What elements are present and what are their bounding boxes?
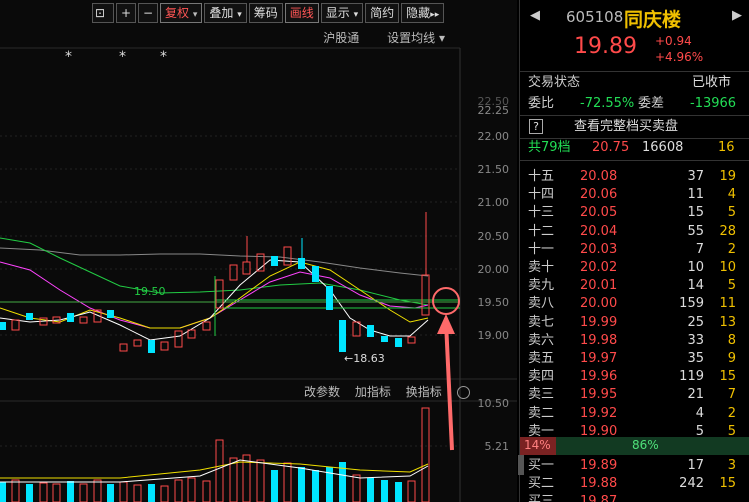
add-indicator-button[interactable]: 加指标 (355, 385, 391, 399)
ma20-line (0, 261, 429, 329)
event-marker[interactable]: * (160, 49, 167, 65)
indicator-bar: 改参数 加指标 换指标 (304, 383, 481, 400)
buy-level-label: 买三 (528, 494, 555, 502)
circle-toggle-icon[interactable] (456, 386, 470, 399)
help-icon[interactable]: ? (529, 119, 543, 134)
svg-text:22.25: 22.25 (478, 104, 510, 117)
kline-chart-panel[interactable]: ⊡ + − 复权 ▾ 叠加 ▾ 筹码 画线 显示 ▾ 简约 隐藏▸▸ 沪股通 设… (0, 0, 517, 502)
change-block: +0.94 +4.96% (655, 34, 704, 64)
svg-text:21.00: 21.00 (478, 196, 510, 209)
quote-header: ◀ 605108 同庆楼 ▶ 19.89 +0.94 +4.96% (520, 0, 749, 72)
last-price: 19.89 (574, 34, 637, 59)
svg-text:19.00: 19.00 (478, 329, 510, 342)
svg-text:5.21: 5.21 (485, 440, 510, 453)
highlight-circle (432, 287, 460, 315)
next-stock-icon[interactable]: ▶ (732, 8, 742, 23)
switch-indicator-button[interactable]: 换指标 (406, 385, 442, 399)
svg-text:20.50: 20.50 (478, 230, 510, 243)
kline-canvas: * * * 19.50 ←18.63 22.50 22.25 22.00 21.… (0, 47, 517, 502)
full-book-row[interactable]: ? 查看完整档买卖盘 (520, 116, 749, 138)
ma10-line (0, 261, 429, 329)
stock-code: 605108 (566, 8, 624, 26)
trade-status-row: 交易状态 已收市 (528, 75, 732, 90)
weibi-row: 委比 -72.55% 委差 -13966 (528, 96, 737, 111)
svg-text:21.50: 21.50 (478, 163, 510, 176)
quote-panel: ◀ 605108 同庆楼 ▶ 19.89 +0.94 +4.96% 交易状态 已… (518, 0, 749, 502)
panel-collapse-handle[interactable] (518, 455, 524, 475)
low-price-label: ←18.63 (344, 352, 385, 365)
ma60-line (0, 247, 429, 277)
prev-stock-icon[interactable]: ◀ (530, 8, 540, 23)
total-levels-row: 共79档 20.75 16608 16 (528, 140, 735, 155)
buy-level-row[interactable]: 买三 19.87 (520, 491, 749, 502)
buy-level-price: 19.87 (580, 494, 618, 502)
event-marker[interactable]: * (65, 49, 72, 65)
full-book-link[interactable]: 查看完整档买卖盘 (574, 116, 678, 138)
change-params-button[interactable]: 改参数 (304, 385, 340, 399)
ma30-line (0, 237, 429, 306)
svg-text:22.00: 22.00 (478, 130, 510, 143)
stock-name: 同庆楼 (624, 9, 682, 31)
price-axis: 22.50 22.25 22.00 21.50 21.00 20.50 20.0… (478, 95, 510, 453)
volume-bars (0, 407, 430, 502)
svg-text:10.50: 10.50 (478, 397, 510, 410)
svg-text:20.00: 20.00 (478, 263, 510, 276)
event-marker[interactable]: * (119, 49, 126, 65)
buy-sell-ratio-bar: 14% 86% (520, 437, 749, 455)
ma-value-label: 19.50 (134, 285, 166, 298)
svg-text:19.50: 19.50 (478, 296, 510, 309)
